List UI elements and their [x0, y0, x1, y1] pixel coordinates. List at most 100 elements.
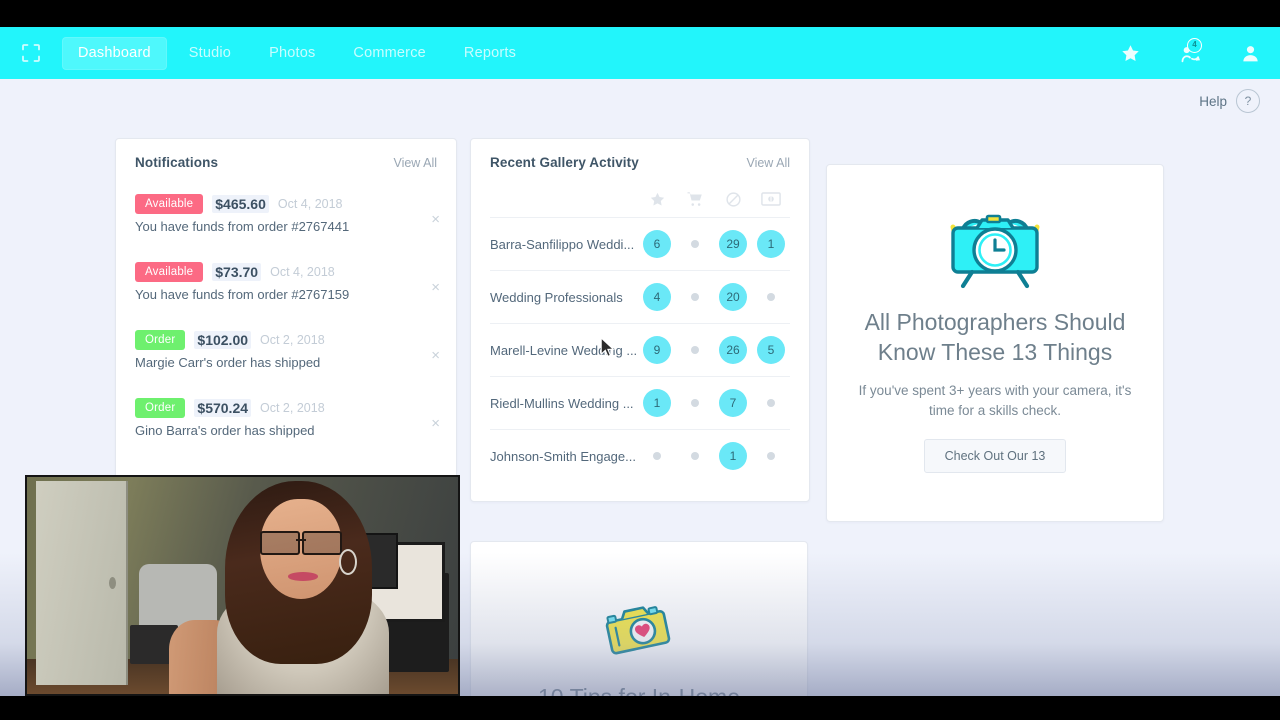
gallery-metric-favorites [638, 452, 676, 460]
check-out-our-13-button[interactable]: Check Out Our 13 [923, 439, 1067, 473]
metric-bubble-empty [653, 452, 661, 460]
metric-bubble: 6 [643, 230, 671, 258]
close-icon[interactable]: × [431, 348, 440, 363]
status-badge: Available [135, 262, 204, 282]
help-question-icon[interactable]: ? [1236, 89, 1260, 113]
notification-text: You have funds from order #2767441 [135, 219, 350, 234]
status-badge: Order [135, 330, 186, 350]
status-badge: Order [135, 398, 186, 418]
metric-bubble: 1 [643, 389, 671, 417]
camera-heart-icon [601, 590, 677, 670]
gallery-metric-sales [752, 452, 790, 460]
notifications-list: Available $465.60 Oct 4, 2018 You have f… [116, 170, 456, 452]
gallery-metric-favorites: 9 [638, 336, 676, 364]
gallery-metric-cart [676, 346, 714, 354]
webcam-doorknob [108, 576, 116, 589]
table-row[interactable]: Johnson-Smith Engage... 1 [490, 430, 790, 482]
gallery-metric-favorites: 4 [638, 283, 676, 311]
expand-icon[interactable] [0, 42, 62, 64]
table-row[interactable]: Marell-Levine Wedding ... 9 26 5 [490, 324, 790, 377]
metric-bubble: 1 [757, 230, 785, 258]
table-row[interactable]: Wedding Professionals 4 20 [490, 271, 790, 324]
notification-item[interactable]: Available $465.60 Oct 4, 2018 You have f… [116, 180, 456, 248]
notification-amount: $465.60 [212, 195, 269, 213]
gallery-metric-cart [676, 452, 714, 460]
glasses-bridge [295, 539, 306, 542]
gallery-metric-favorites: 6 [638, 230, 676, 258]
notifications-view-all-link[interactable]: View All [393, 156, 437, 170]
star-icon[interactable] [1100, 27, 1160, 79]
metric-bubble: 20 [719, 283, 747, 311]
gallery-metric-favorites: 1 [638, 389, 676, 417]
metric-bubble-empty [691, 452, 699, 460]
gallery-activity-header: Recent Gallery Activity View All [471, 139, 809, 170]
gallery-name: Wedding Professionals [490, 289, 623, 305]
gallery-metric-hidden: 26 [714, 336, 752, 364]
page-title: Notifications [135, 155, 219, 170]
no-entry-icon [714, 191, 752, 208]
promo-card-photographers: All Photographers Should Know These 13 T… [826, 164, 1164, 522]
notification-meta: Available $465.60 Oct 4, 2018 [135, 194, 410, 214]
gallery-metric-cart [676, 240, 714, 248]
nav-item-photos[interactable]: Photos [253, 37, 331, 70]
promo-card-in-home-tips: 10 Tips for In-Home [470, 541, 808, 696]
notification-item[interactable]: Available $73.70 Oct 4, 2018 You have fu… [116, 248, 456, 316]
promo-secondary-title: 10 Tips for In-Home [520, 670, 758, 696]
notification-item[interactable]: Order $570.24 Oct 2, 2018 Gino Barra's o… [116, 384, 456, 452]
user-account-icon[interactable] [1220, 27, 1280, 79]
metric-bubble: 1 [719, 442, 747, 470]
metric-bubble-empty [767, 452, 775, 460]
nav-item-reports[interactable]: Reports [448, 37, 532, 70]
notification-text: Gino Barra's order has shipped [135, 423, 315, 438]
table-row[interactable]: Barra-Sanfilippo Weddi... 6 29 1 [490, 218, 790, 271]
metric-bubble-empty [691, 399, 699, 407]
table-row[interactable]: Riedl-Mullins Wedding ... 1 7 [490, 377, 790, 430]
notifications-header: Notifications View All [116, 139, 456, 170]
gallery-metric-cart [676, 399, 714, 407]
notification-badge-count: 4 [1187, 38, 1202, 53]
gallery-metric-hidden: 29 [714, 230, 752, 258]
metric-bubble: 4 [643, 283, 671, 311]
nav-item-studio[interactable]: Studio [173, 37, 247, 70]
metric-bubble: 9 [643, 336, 671, 364]
gallery-metric-hidden: 20 [714, 283, 752, 311]
gallery-metric-cart [676, 293, 714, 301]
gallery-metric-sales [752, 293, 790, 301]
star-icon [638, 191, 676, 208]
promo-subtitle: If you've spent 3+ years with your camer… [858, 383, 1132, 418]
activity-notifications-icon[interactable]: 4 [1160, 27, 1220, 79]
notification-amount: $570.24 [194, 399, 252, 417]
metric-bubble-empty [767, 293, 775, 301]
nav-item-commerce[interactable]: Commerce [337, 37, 442, 70]
gallery-name: Riedl-Mullins Wedding ... [490, 395, 634, 411]
notification-item[interactable]: Order $102.00 Oct 2, 2018 Margie Carr's … [116, 316, 456, 384]
notification-text: You have funds from order #2767159 [135, 287, 350, 302]
help-row: Help ? [1199, 89, 1260, 113]
close-icon[interactable]: × [431, 280, 440, 295]
letterbox-bottom [0, 696, 1280, 720]
gallery-activity-view-all-link[interactable]: View All [746, 156, 790, 170]
gallery-column-headers [490, 182, 790, 218]
nav-item-dashboard[interactable]: Dashboard [62, 36, 167, 70]
close-icon[interactable]: × [431, 416, 440, 431]
nav-item-label: Commerce [353, 44, 426, 61]
notification-meta: Available $73.70 Oct 4, 2018 [135, 262, 410, 282]
gallery-metric-sales [752, 399, 790, 407]
shopping-cart-icon [676, 190, 714, 208]
glasses-lens-right [301, 531, 342, 555]
letterbox-top [0, 0, 1280, 27]
recent-gallery-activity-card: Recent Gallery Activity View All Barra-S… [470, 138, 810, 502]
gallery-name: Johnson-Smith Engage... [490, 448, 636, 464]
notification-date: Oct 4, 2018 [277, 197, 343, 211]
help-label: Help [1199, 93, 1227, 109]
metric-bubble-empty [691, 240, 699, 248]
camera-alarm-clock-icon [939, 199, 1051, 291]
metric-bubble: 29 [719, 230, 747, 258]
notification-date: Oct 4, 2018 [270, 265, 335, 279]
gallery-metric-sales: 1 [752, 230, 790, 258]
metric-bubble-empty [767, 399, 775, 407]
glasses-lens-left [259, 531, 300, 555]
close-icon[interactable]: × [431, 212, 440, 227]
promo-title: All Photographers Should Know These 13 T… [864, 309, 1126, 365]
nav-items: Dashboard Studio Photos Commerce Reports [62, 27, 538, 79]
